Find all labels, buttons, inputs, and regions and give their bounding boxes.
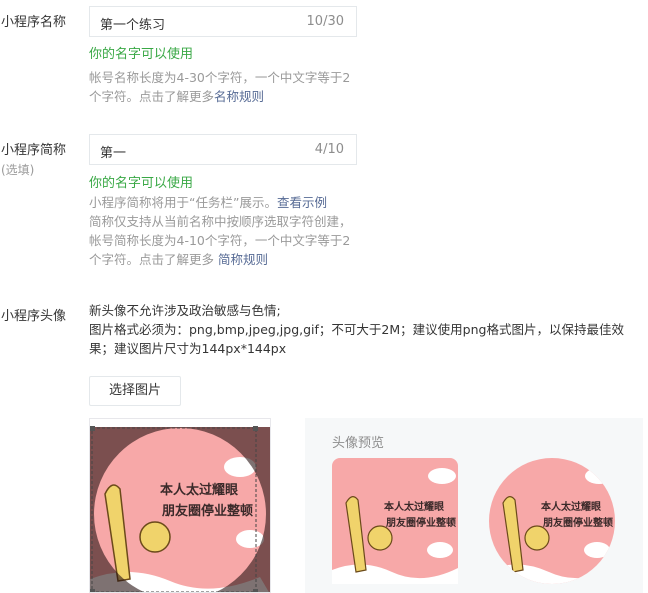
preview-square-avatar: 本人太过耀眼 朋友圈停业整顿 — [332, 458, 458, 584]
name-tip-line2: 个字符。点击了解更多名称规则 — [89, 89, 265, 104]
short-name-input[interactable]: 第一 4/10 — [89, 134, 357, 165]
name-tip-line1: 帐号名称长度为4-30个字符，一个中文字等于2 — [89, 70, 351, 85]
optional-label: (选填) — [1, 163, 35, 177]
short-name-label: 小程序简称 (选填) — [1, 143, 67, 177]
avatar-label: 小程序头像 — [1, 309, 67, 324]
name-rules-link[interactable]: 名称规则 — [214, 89, 264, 104]
name-input-value: 第一个练习 — [100, 18, 166, 33]
name-char-counter: 10/30 — [306, 14, 344, 29]
preview-circle-text-1: 本人太过耀眼 — [541, 500, 601, 513]
preview-square-text-1: 本人太过耀眼 — [384, 500, 444, 513]
short-name-input-value: 第一 — [100, 146, 127, 161]
name-input[interactable]: 第一个练习 10/30 — [89, 6, 357, 37]
short-tip-line1: 小程序简称将用于“任务栏”展示。 — [89, 195, 277, 210]
avatar-requirements: 新头像不允许涉及政治敏感与色情; 图片格式必须为：png,bmp,jpeg,jp… — [89, 301, 639, 358]
short-name-rules-link[interactable]: 简称规则 — [218, 252, 268, 267]
short-tip-line3: 帐号简称长度为4-10个字符，一个中文字等于2 — [89, 233, 351, 248]
avatar-desc-line2: 图片格式必须为：png,bmp,jpeg,jpg,gif；不可大于2M；建议使用… — [89, 322, 624, 337]
avatar-desc-line1: 新头像不允许涉及政治敏感与色情; — [89, 303, 281, 318]
choose-image-button[interactable]: 选择图片 — [89, 376, 181, 406]
name-rules-tip: 帐号名称长度为4-30个字符，一个中文字等于2 个字符。点击了解更多名称规则 — [89, 68, 389, 106]
cropper-text-1: 本人太过耀眼 — [160, 482, 239, 498]
short-name-available-message: 你的名字可以使用 — [89, 176, 194, 191]
avatar-preview-panel: 头像预览 本人太过耀眼 朋友圈停业整顿 本人太过耀眼 朋友圈停业整顿 — [305, 418, 643, 593]
cropper-text-2: 朋友圈停业整顿 — [161, 503, 253, 519]
short-tip-line4: 个字符。点击了解更多 — [89, 252, 218, 267]
short-tip-line2: 简称仅支持从当前名称中按顺序选取字符创建， — [89, 214, 352, 229]
view-example-link[interactable]: 查看示例 — [277, 195, 327, 210]
name-label: 小程序名称 — [1, 15, 67, 30]
preview-title: 头像预览 — [332, 436, 385, 451]
short-name-char-counter: 4/10 — [314, 142, 344, 157]
preview-square-text-2: 朋友圈停业整顿 — [385, 516, 456, 529]
preview-circle-text-2: 朋友圈停业整顿 — [542, 516, 613, 529]
preview-circle-avatar: 本人太过耀眼 朋友圈停业整顿 — [489, 458, 615, 584]
name-available-message: 你的名字可以使用 — [89, 47, 194, 62]
cropper-image: 本人太过耀眼 朋友圈停业整顿 — [90, 419, 270, 592]
image-cropper[interactable]: 本人太过耀眼 朋友圈停业整顿 — [89, 418, 271, 593]
avatar-desc-line3: 果；建议图片尺寸为144px*144px — [89, 341, 287, 356]
short-name-rules-tip: 小程序简称将用于“任务栏”展示。查看示例 简称仅支持从当前名称中按顺序选取字符创… — [89, 193, 389, 269]
